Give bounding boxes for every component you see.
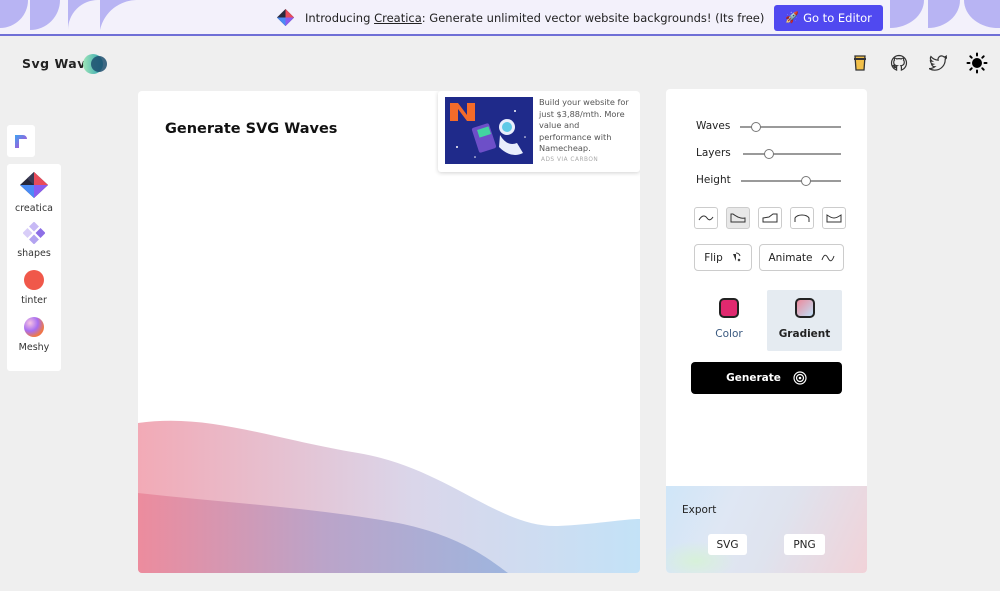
sidebar-item-creatica[interactable]: creatica (7, 171, 61, 214)
sidebar-item-label: shapes (17, 248, 51, 259)
ad-attribution[interactable]: ADS VIA CARBON (541, 157, 598, 163)
creatica-logo-icon (276, 8, 295, 27)
wave-shape-3-icon (762, 213, 778, 223)
sidebar-item-label: creatica (15, 203, 53, 214)
gradient-tab[interactable]: Gradient (767, 290, 842, 351)
ad-image (445, 97, 533, 164)
wave-shape-2-button[interactable] (726, 207, 750, 229)
sidebar-item-label: tinter (21, 295, 47, 306)
wave-shape-5-icon (826, 214, 842, 223)
flip-button[interactable]: Flip (694, 244, 752, 271)
app-sidebar: creatica shapes tinter Meshy (7, 164, 61, 371)
tinter-icon (24, 270, 44, 290)
sidebar-item-shapes[interactable]: shapes (7, 222, 61, 259)
sine-wave-icon (821, 254, 834, 261)
flip-icon (732, 252, 741, 262)
solid-color-swatch[interactable] (719, 298, 739, 318)
creatica-link[interactable]: Creatica (374, 11, 422, 25)
wave-shape-4-icon (794, 214, 810, 222)
export-section: Export SVG PNG (666, 486, 867, 573)
color-tab[interactable]: Color (694, 290, 764, 351)
height-slider[interactable]: Height (696, 174, 841, 188)
sidebar-item-tinter[interactable]: tinter (7, 269, 61, 306)
ad-copy: Build your website for just $3,88/mth. M… (539, 97, 629, 153)
layers-slider[interactable]: Layers (696, 147, 841, 161)
target-icon (793, 371, 807, 385)
sidebar-item-meshy[interactable]: Meshy (7, 316, 61, 353)
rocket-icon: 🚀 (785, 11, 800, 24)
banner-decoration-left (0, 0, 138, 30)
sidebar-toggle[interactable] (7, 125, 35, 157)
wave-shape-2-icon (730, 213, 746, 223)
waves-slider[interactable]: Waves (696, 120, 841, 134)
slider-thumb[interactable] (751, 122, 762, 132)
header-actions (849, 52, 988, 74)
export-png-button[interactable]: PNG (784, 534, 825, 555)
banner-message: Introducing Creatica: Generate unlimited… (305, 10, 765, 25)
wave-shape-4-button[interactable] (790, 207, 814, 229)
page-title: Generate SVG Waves (165, 121, 338, 137)
slider-track[interactable] (740, 122, 841, 132)
wave-shape-1-button[interactable] (694, 207, 718, 229)
wave-graphic (138, 420, 640, 573)
promo-banner: Introducing Creatica: Generate unlimited… (0, 0, 1000, 36)
app-switcher-icon (15, 135, 27, 148)
sun-icon[interactable] (966, 52, 988, 74)
creatica-icon (20, 172, 48, 198)
slider-thumb[interactable] (801, 176, 811, 186)
shapes-icon (23, 222, 45, 244)
wave-shape-options (694, 207, 846, 229)
generate-button[interactable]: Generate (691, 362, 842, 394)
gradient-swatch[interactable] (794, 298, 815, 318)
carbon-ad[interactable]: Build your website for just $3,88/mth. M… (438, 91, 640, 172)
control-panel: Waves Layers Height Flip Animate Color G… (666, 89, 867, 573)
wave-shape-5-button[interactable] (822, 207, 846, 229)
sidebar-item-label: Meshy (18, 342, 50, 353)
twitter-icon[interactable] (927, 52, 949, 74)
slider-thumb[interactable] (764, 149, 775, 159)
svg-wave-logo-icon (83, 54, 107, 74)
export-svg-button[interactable]: SVG (708, 534, 747, 555)
wave-shape-3-button[interactable] (758, 207, 782, 229)
coffee-icon[interactable] (849, 52, 871, 74)
wave-shape-1-icon (698, 215, 714, 221)
slider-track[interactable] (743, 149, 841, 159)
slider-track[interactable] (741, 176, 841, 186)
wave-preview: Generate SVG Waves Build your website fo… (138, 91, 640, 573)
github-icon[interactable] (888, 52, 910, 74)
go-to-editor-button[interactable]: 🚀 Go to Editor (774, 4, 883, 31)
meshy-icon (24, 317, 44, 337)
export-label: Export (682, 504, 717, 516)
banner-decoration-right (890, 0, 1000, 29)
animate-button[interactable]: Animate (759, 244, 844, 271)
